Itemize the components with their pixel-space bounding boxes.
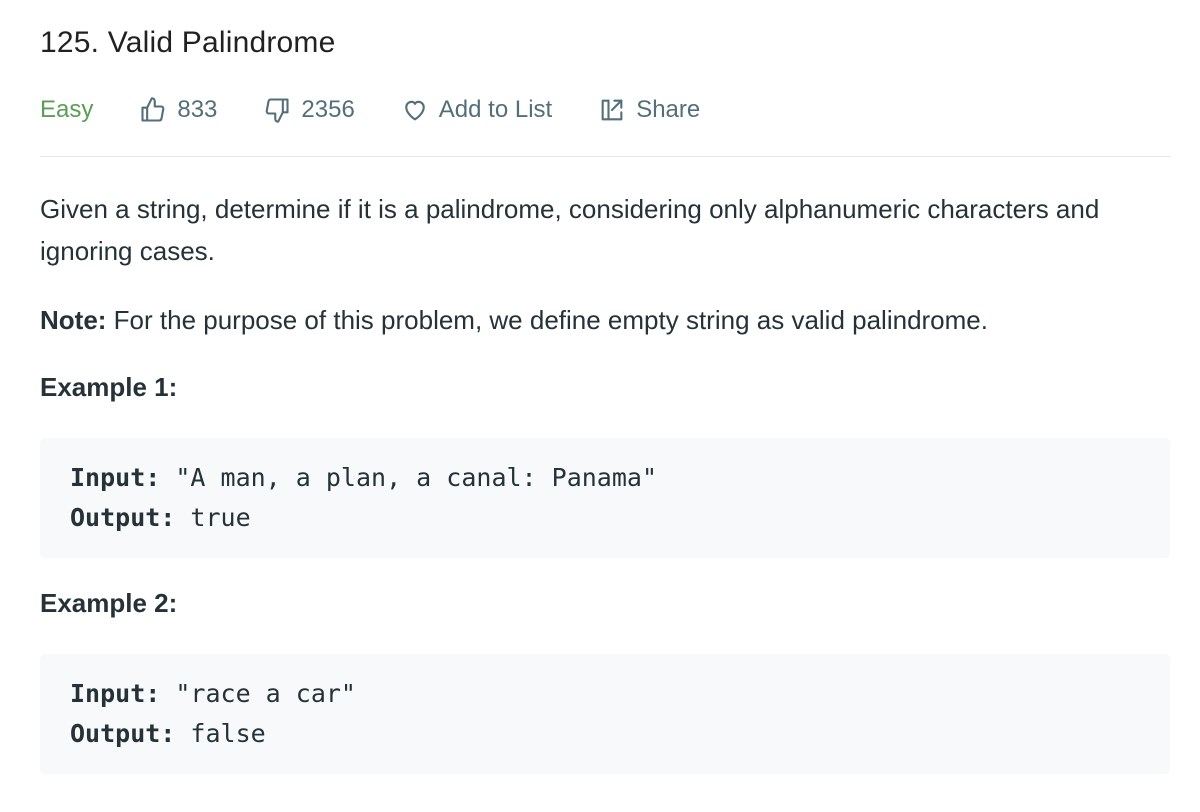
example-2-output-value: false — [175, 719, 266, 748]
problem-title: 125. Valid Palindrome — [40, 26, 336, 59]
share-icon — [601, 99, 623, 121]
like-count: 833 — [177, 96, 218, 123]
add-to-list-button[interactable]: Add to List — [401, 96, 552, 124]
example-1-output-label: Output: — [70, 503, 176, 532]
share-label: Share — [636, 96, 701, 123]
thumbs-down-icon — [266, 98, 289, 123]
example-2-input-line: Input: "race a car" — [70, 674, 1140, 714]
heart-icon — [404, 100, 425, 121]
difficulty-badge: Easy — [40, 96, 94, 123]
example-2-heading: Example 2: — [40, 588, 178, 618]
example-1-code-block: Input: "A man, a plan, a canal: Panama" … — [40, 438, 1170, 558]
like-button[interactable]: 833 — [139, 96, 217, 124]
example-1-input-label: Input: — [70, 463, 161, 492]
example-2-output-label: Output: — [70, 719, 176, 748]
share-button[interactable]: Share — [598, 96, 700, 124]
dislike-count: 2356 — [301, 96, 355, 123]
problem-statement: Given a string, determine if it is a pal… — [40, 194, 1100, 266]
note-label: Note: — [40, 305, 107, 335]
example-1-output-line: Output: true — [70, 498, 1140, 538]
note-text: For the purpose of this problem, we defi… — [106, 305, 988, 335]
header-divider — [40, 156, 1170, 157]
example-2-output-line: Output: false — [70, 714, 1140, 754]
example-2-code-block: Input: "race a car" Output: false — [40, 654, 1170, 774]
example-1-output-value: true — [175, 503, 251, 532]
problem-note: Note: For the purpose of this problem, w… — [40, 300, 1170, 340]
dislike-button[interactable]: 2356 — [263, 96, 355, 124]
example-2-input-value: "race a car" — [160, 679, 356, 708]
add-to-list-label: Add to List — [438, 96, 553, 123]
example-1-input-value: "A man, a plan, a canal: Panama" — [160, 463, 658, 492]
example-1-input-line: Input: "A man, a plan, a canal: Panama" — [70, 458, 1140, 498]
example-1-heading: Example 1: — [40, 372, 178, 402]
example-2-input-label: Input: — [70, 679, 161, 708]
thumbs-up-icon — [141, 97, 165, 122]
problem-meta-row: Easy 833 2356 Add to List Share — [40, 92, 746, 128]
